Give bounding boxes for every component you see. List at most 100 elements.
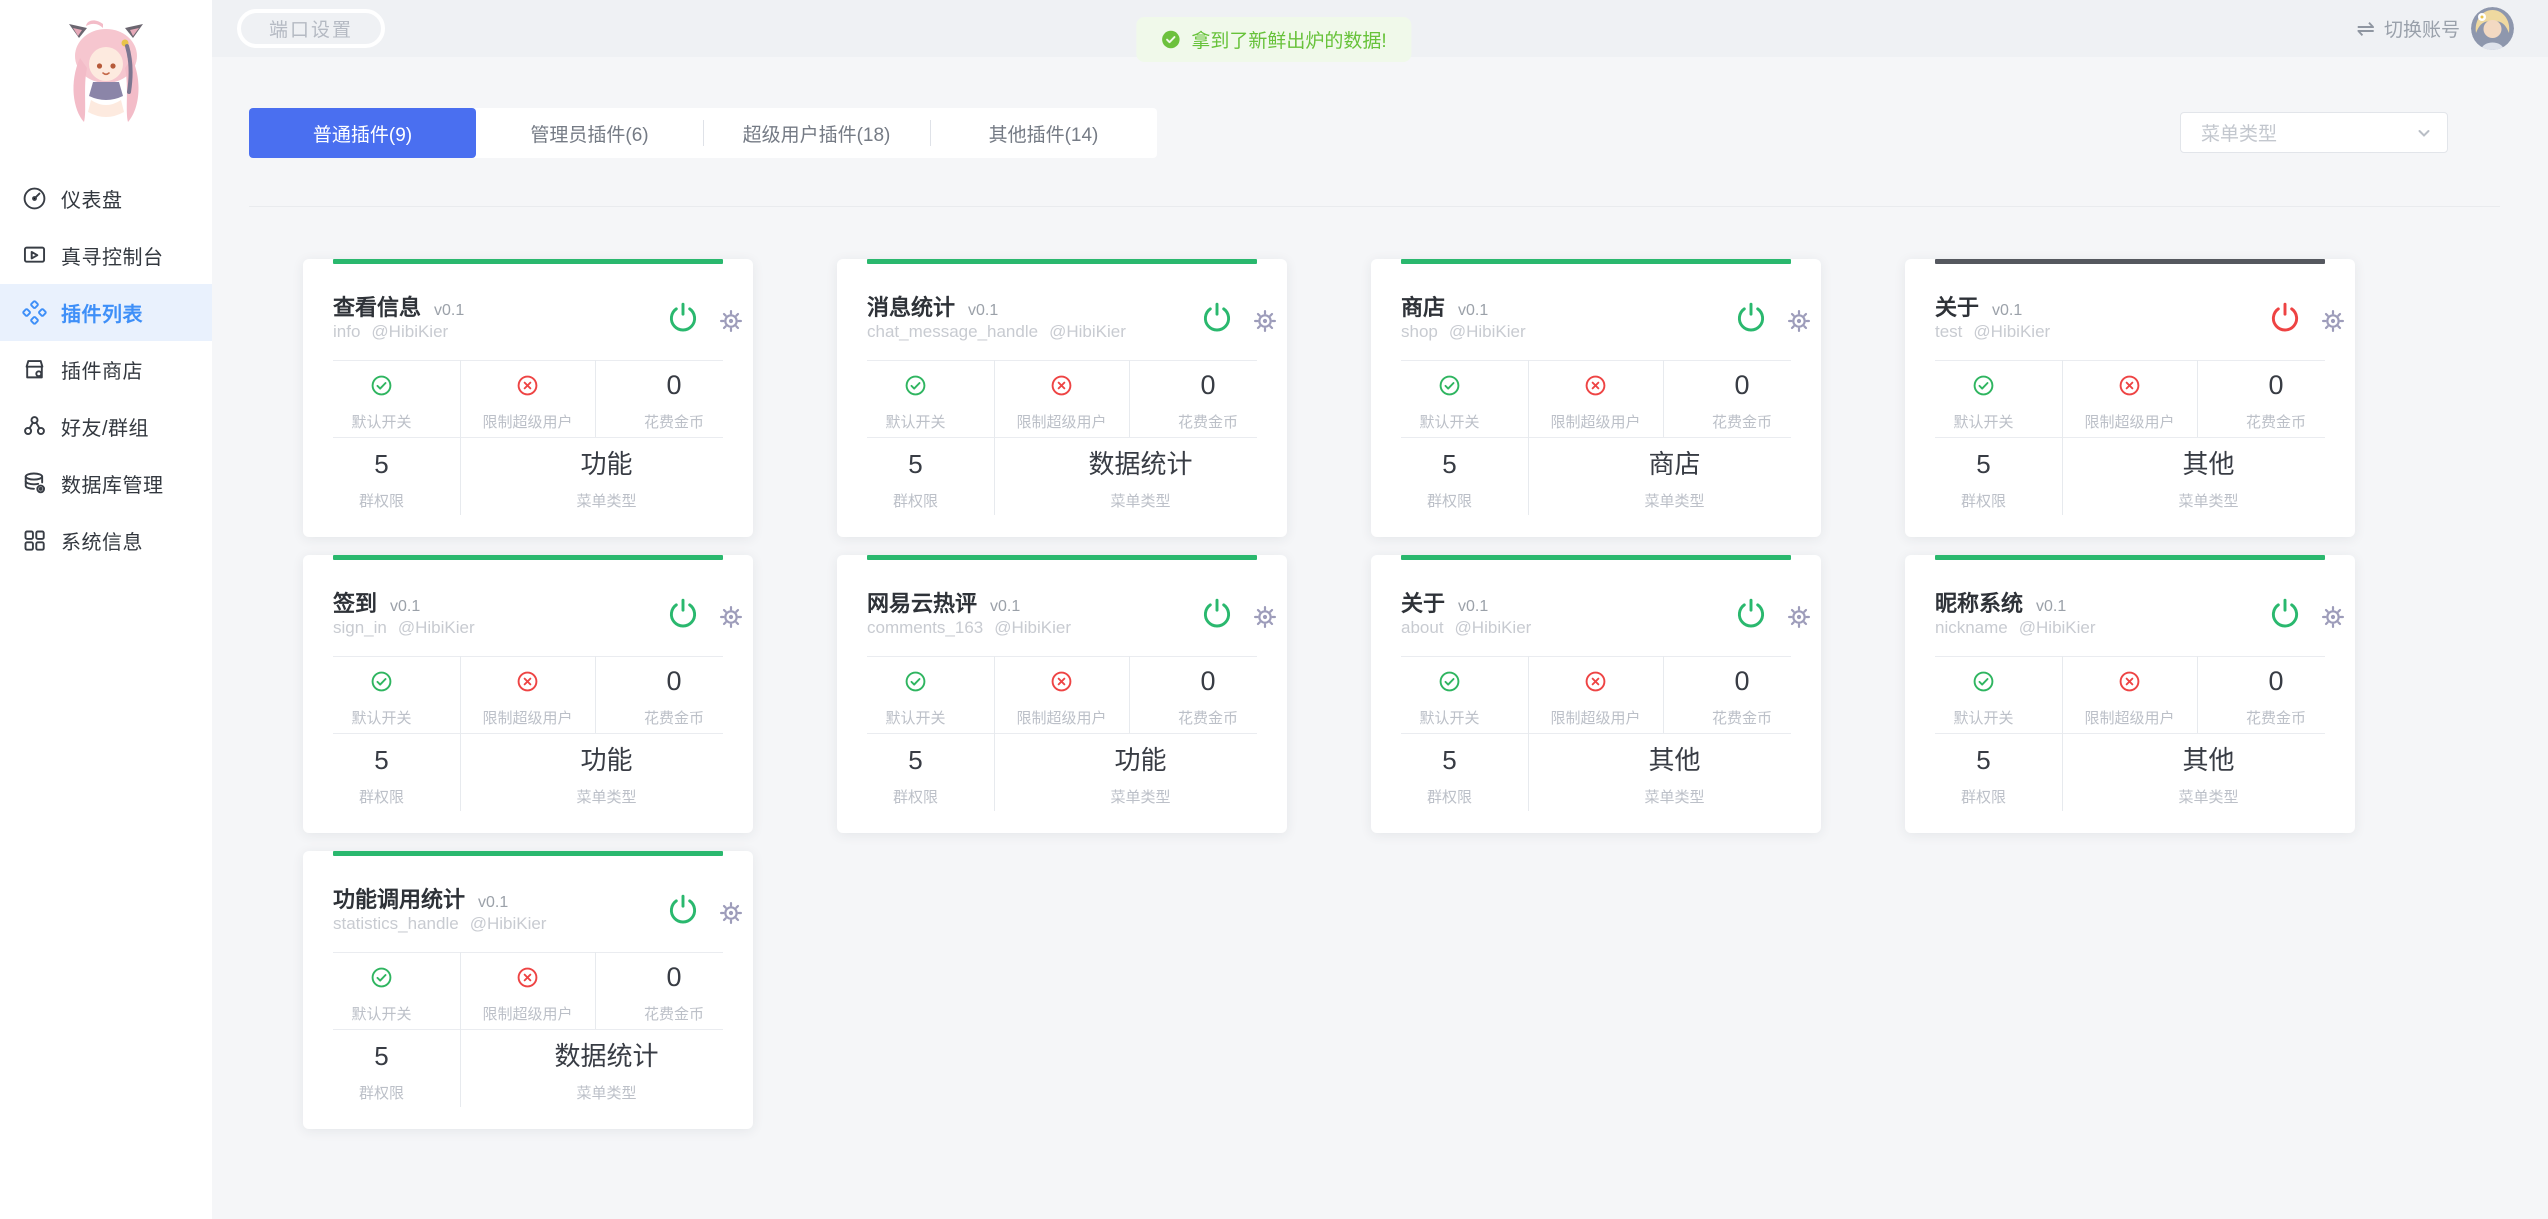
plugin-module: sign_in [333,618,387,638]
power-toggle-button[interactable] [666,892,700,926]
gear-icon[interactable] [2322,310,2344,332]
port-settings-button[interactable]: 端口设置 [237,9,385,48]
cost-gold-value: 0 [1200,372,1215,398]
menu-type-label: 菜单类型 [576,786,636,807]
tab-1[interactable]: 管理员插件(6) [476,108,703,158]
cost-gold-label: 花费金币 [1178,707,1238,728]
plugin-card: 签到 v0.1 sign_in @HibiKier 默认开关 [303,555,753,833]
power-toggle-button[interactable] [666,596,700,630]
sidebar-item-label: 数据库管理 [61,469,164,498]
power-toggle-button[interactable] [2268,300,2302,334]
plugin-author: @HibiKier [470,914,547,934]
power-toggle-button[interactable] [1200,300,1234,334]
menu-type-placeholder: 菜单类型 [2201,119,2415,146]
limit-superuser-off-icon [1584,668,1607,694]
sidebar-item-friends[interactable]: 好友/群组 [0,398,212,455]
gear-icon[interactable] [720,606,742,628]
tab-3[interactable]: 其他插件(14) [930,108,1157,158]
default-switch-label: 默认开关 [1419,707,1479,728]
sidebar-item-system[interactable]: 系统信息 [0,512,212,569]
power-toggle-button[interactable] [1734,300,1768,334]
plugin-version: v0.1 [1458,598,1488,616]
user-avatar[interactable] [2471,7,2514,50]
group-level-label: 群权限 [359,1082,404,1103]
menu-type-select[interactable]: 菜单类型 [2180,112,2448,153]
cost-gold-value: 0 [1200,668,1215,694]
switch-account-button[interactable]: ⇌ 切换账号 [2357,0,2460,57]
gear-icon[interactable] [720,902,742,924]
group-level-value: 5 [374,1043,388,1069]
group-level-value: 5 [908,451,922,477]
gear-icon[interactable] [1788,310,1810,332]
menu-type-label: 菜单类型 [2178,786,2238,807]
default-switch-on-icon [370,668,393,694]
default-switch-on-icon [904,668,927,694]
plugin-version: v0.1 [2036,598,2066,616]
power-toggle-button[interactable] [666,300,700,334]
limit-superuser-label: 限制超级用户 [2084,707,2174,728]
plugin-author: @HibiKier [994,618,1071,638]
sidebar-item-store[interactable]: 插件商店 [0,341,212,398]
sidebar-item-label: 插件商店 [61,355,143,384]
plugin-card: 关于 v0.1 test @HibiKier 默认开关 [1905,259,2355,537]
store-icon [21,356,48,383]
plugin-title: 网易云热评 [867,586,977,618]
switch-account-label: 切换账号 [2384,15,2460,42]
sidebar-item-plugins[interactable]: 插件列表 [0,284,212,341]
cost-gold-label: 花费金币 [1712,411,1772,432]
menu-type-value: 功能 [580,451,632,477]
tab-2[interactable]: 超级用户插件(18) [703,108,930,158]
menu-type-label: 菜单类型 [1644,490,1704,511]
cost-gold-label: 花费金币 [644,411,704,432]
cost-gold-value: 0 [1734,372,1749,398]
plugin-version: v0.1 [1458,302,1488,320]
plugin-module: chat_message_handle [867,322,1038,342]
plugin-version: v0.1 [990,598,1020,616]
gear-icon[interactable] [1788,606,1810,628]
group-level-value: 5 [1442,451,1456,477]
sidebar-item-database[interactable]: 数据库管理 [0,455,212,512]
menu-type-label: 菜单类型 [576,490,636,511]
limit-superuser-off-icon [1050,668,1073,694]
plugin-version: v0.1 [434,302,464,320]
tab-0[interactable]: 普通插件(9) [249,108,476,158]
group-level-label: 群权限 [359,786,404,807]
gear-icon[interactable] [1254,310,1276,332]
plugin-module: test [1935,322,1962,342]
limit-superuser-off-icon [2118,668,2141,694]
plugin-status-bar [333,555,723,560]
group-level-label: 群权限 [1427,490,1472,511]
cost-gold-value: 0 [2268,668,2283,694]
plugin-status-bar [333,851,723,856]
plugin-version: v0.1 [390,598,420,616]
power-toggle-button[interactable] [1734,596,1768,630]
sidebar-item-dashboard[interactable]: 仪表盘 [0,170,212,227]
menu-type-value: 数据统计 [554,1043,658,1069]
plugin-status-bar [1935,555,2325,560]
plugin-status-bar [1401,259,1791,264]
plugin-title: 签到 [333,586,377,618]
plugin-title: 关于 [1935,290,1979,322]
content-divider [249,206,2500,207]
gear-icon[interactable] [1254,606,1276,628]
menu-type-label: 菜单类型 [1110,786,1170,807]
plugin-version: v0.1 [478,894,508,912]
cost-gold-label: 花费金币 [644,707,704,728]
group-level-value: 5 [374,747,388,773]
power-toggle-button[interactable] [1200,596,1234,630]
plugin-status-bar [867,555,1257,560]
power-toggle-button[interactable] [2268,596,2302,630]
limit-superuser-off-icon [1584,372,1607,398]
plugin-card: 关于 v0.1 about @HibiKier 默认开关 [1371,555,1821,833]
menu-type-value: 其他 [2182,451,2234,477]
plugin-card: 网易云热评 v0.1 comments_163 @HibiKier 默认开关 [837,555,1287,833]
gear-icon[interactable] [2322,606,2344,628]
plugin-title: 查看信息 [333,290,421,322]
group-level-value: 5 [374,451,388,477]
sidebar-nav: 仪表盘 真寻控制台 插件列表 插件商店 好友/群组 数据库管理 系统信息 [0,170,212,569]
limit-superuser-off-icon [516,964,539,990]
sidebar-item-console[interactable]: 真寻控制台 [0,227,212,284]
cost-gold-label: 花费金币 [1178,411,1238,432]
limit-superuser-label: 限制超级用户 [1016,707,1106,728]
gear-icon[interactable] [720,310,742,332]
